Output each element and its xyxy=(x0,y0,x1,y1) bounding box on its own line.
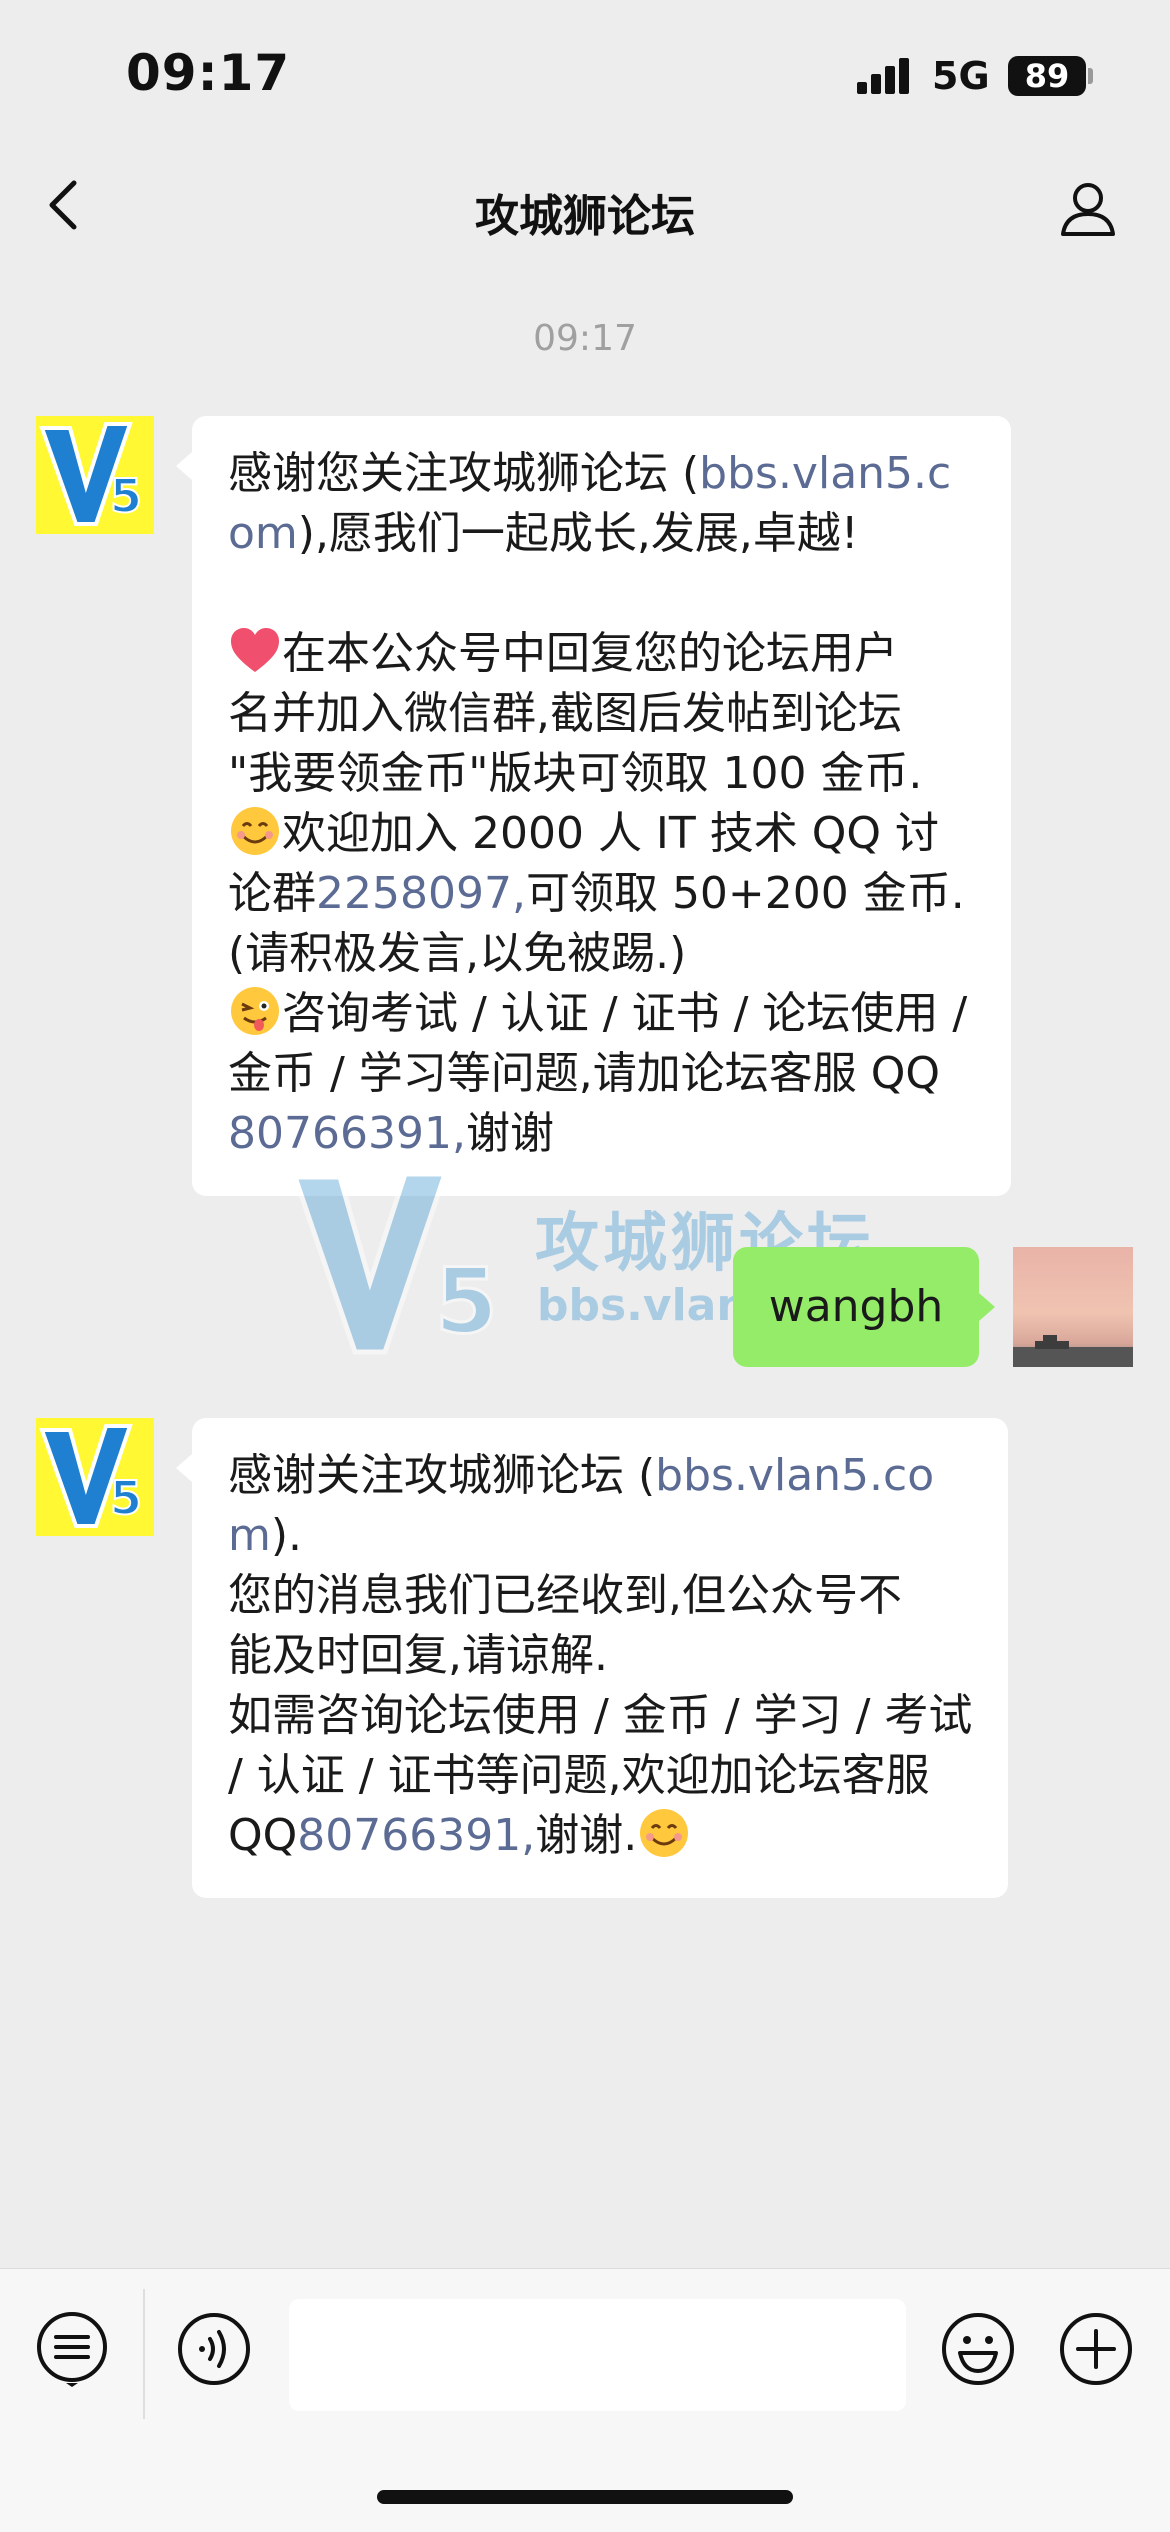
user-avatar[interactable] xyxy=(1013,1247,1133,1367)
incoming-message-bubble[interactable]: 感谢关注攻城狮论坛 (bbs.vlan5.co m). 您的消息我们已经收到,但… xyxy=(176,1418,1008,1898)
message-line: 论群2258097,可领取 50+200 金币. xyxy=(228,868,965,919)
svg-text:5: 5 xyxy=(435,1249,498,1354)
message-line: "我要领金币"版块可领取 100 金币. xyxy=(228,748,923,799)
v5-logo-icon: 5 xyxy=(36,1418,154,1536)
battery-indicator: 89 xyxy=(1008,56,1086,96)
message-line: 80766391,谢谢 xyxy=(228,1108,554,1159)
avatar[interactable]: 5 xyxy=(36,416,154,534)
smile-emoji-icon xyxy=(231,807,279,855)
message-line: 感谢关注攻城狮论坛 (bbs.vlan5.co xyxy=(228,1450,935,1501)
person-icon[interactable] xyxy=(1058,178,1118,238)
sunset-photo-icon xyxy=(1013,1335,1133,1367)
message-input[interactable] xyxy=(289,2299,906,2411)
message-line: 名并加入微信群,截图后发帖到论坛 xyxy=(228,688,902,739)
home-indicator[interactable] xyxy=(377,2490,793,2504)
forum-link[interactable]: bbs.vlan5.co xyxy=(655,1450,934,1501)
message-line: 金币 / 学习等问题,请加论坛客服 QQ xyxy=(228,1048,941,1099)
battery-tip xyxy=(1088,68,1093,84)
wink-emoji-icon xyxy=(231,987,279,1035)
incoming-message-bubble[interactable]: 感谢您关注攻城狮论坛 (bbs.vlan5.c om),愿我们一起成长,发展,卓… xyxy=(176,416,1011,1196)
qq-group-link[interactable]: 2258097, xyxy=(316,868,526,919)
menu-list-icon[interactable] xyxy=(34,2311,110,2387)
voice-icon[interactable] xyxy=(176,2311,252,2387)
input-bar-divider xyxy=(143,2289,145,2419)
smile-emoji-icon xyxy=(640,1809,689,1857)
svg-text:5: 5 xyxy=(110,1471,142,1525)
v5-logo-icon: 5 xyxy=(36,416,154,534)
forum-link[interactable]: bbs.vlan5.c xyxy=(699,448,951,499)
message-line: 咨询考试 / 认证 / 证书 / 论坛使用 / xyxy=(228,984,975,1044)
status-time: 09:17 xyxy=(126,44,291,102)
page-title: 攻城狮论坛 xyxy=(475,191,695,242)
message-line: 在本公众号中回复您的论坛用户 xyxy=(228,624,975,684)
svg-text:5: 5 xyxy=(110,469,142,523)
nav-bar: 攻城狮论坛 xyxy=(0,140,1170,270)
message-line: / 认证 / 证书等问题,欢迎加论坛客服 xyxy=(228,1750,930,1801)
forum-link[interactable]: om xyxy=(228,508,298,559)
message-line: 感谢您关注攻城狮论坛 (bbs.vlan5.c xyxy=(228,448,952,499)
message-line: 欢迎加入 2000 人 IT 技术 QQ 讨 xyxy=(228,804,975,864)
avatar[interactable]: 5 xyxy=(36,1418,154,1536)
heart-emoji-icon xyxy=(231,628,279,672)
message-line: QQ80766391,谢谢. xyxy=(228,1806,972,1866)
message-line: 您的消息我们已经收到,但公众号不 xyxy=(228,1570,902,1621)
message-line: 如需咨询论坛使用 / 金币 / 学习 / 考试 xyxy=(228,1690,973,1741)
qq-service-link[interactable]: 80766391, xyxy=(228,1108,466,1159)
outgoing-message-bubble[interactable]: wangbh xyxy=(733,1247,995,1367)
message-line: om),愿我们一起成长,发展,卓越! xyxy=(228,508,859,559)
message-line: (请积极发言,以免被踢.) xyxy=(228,928,687,979)
qq-service-link[interactable]: 80766391, xyxy=(297,1810,535,1861)
message-timestamp: 09:17 xyxy=(533,318,637,359)
forum-link[interactable]: m xyxy=(228,1510,271,1561)
message-line: m). xyxy=(228,1510,303,1561)
status-bar: 09:17 5G 89 xyxy=(0,0,1170,140)
signal-icon xyxy=(857,58,909,94)
plus-icon[interactable] xyxy=(1058,2311,1134,2387)
v5-watermark-logo-icon: 5 xyxy=(291,1172,499,1356)
message-line xyxy=(228,564,975,624)
network-label: 5G xyxy=(932,54,990,98)
emoji-icon[interactable] xyxy=(940,2311,1016,2387)
message-line: 能及时回复,请谅解. xyxy=(228,1630,608,1681)
